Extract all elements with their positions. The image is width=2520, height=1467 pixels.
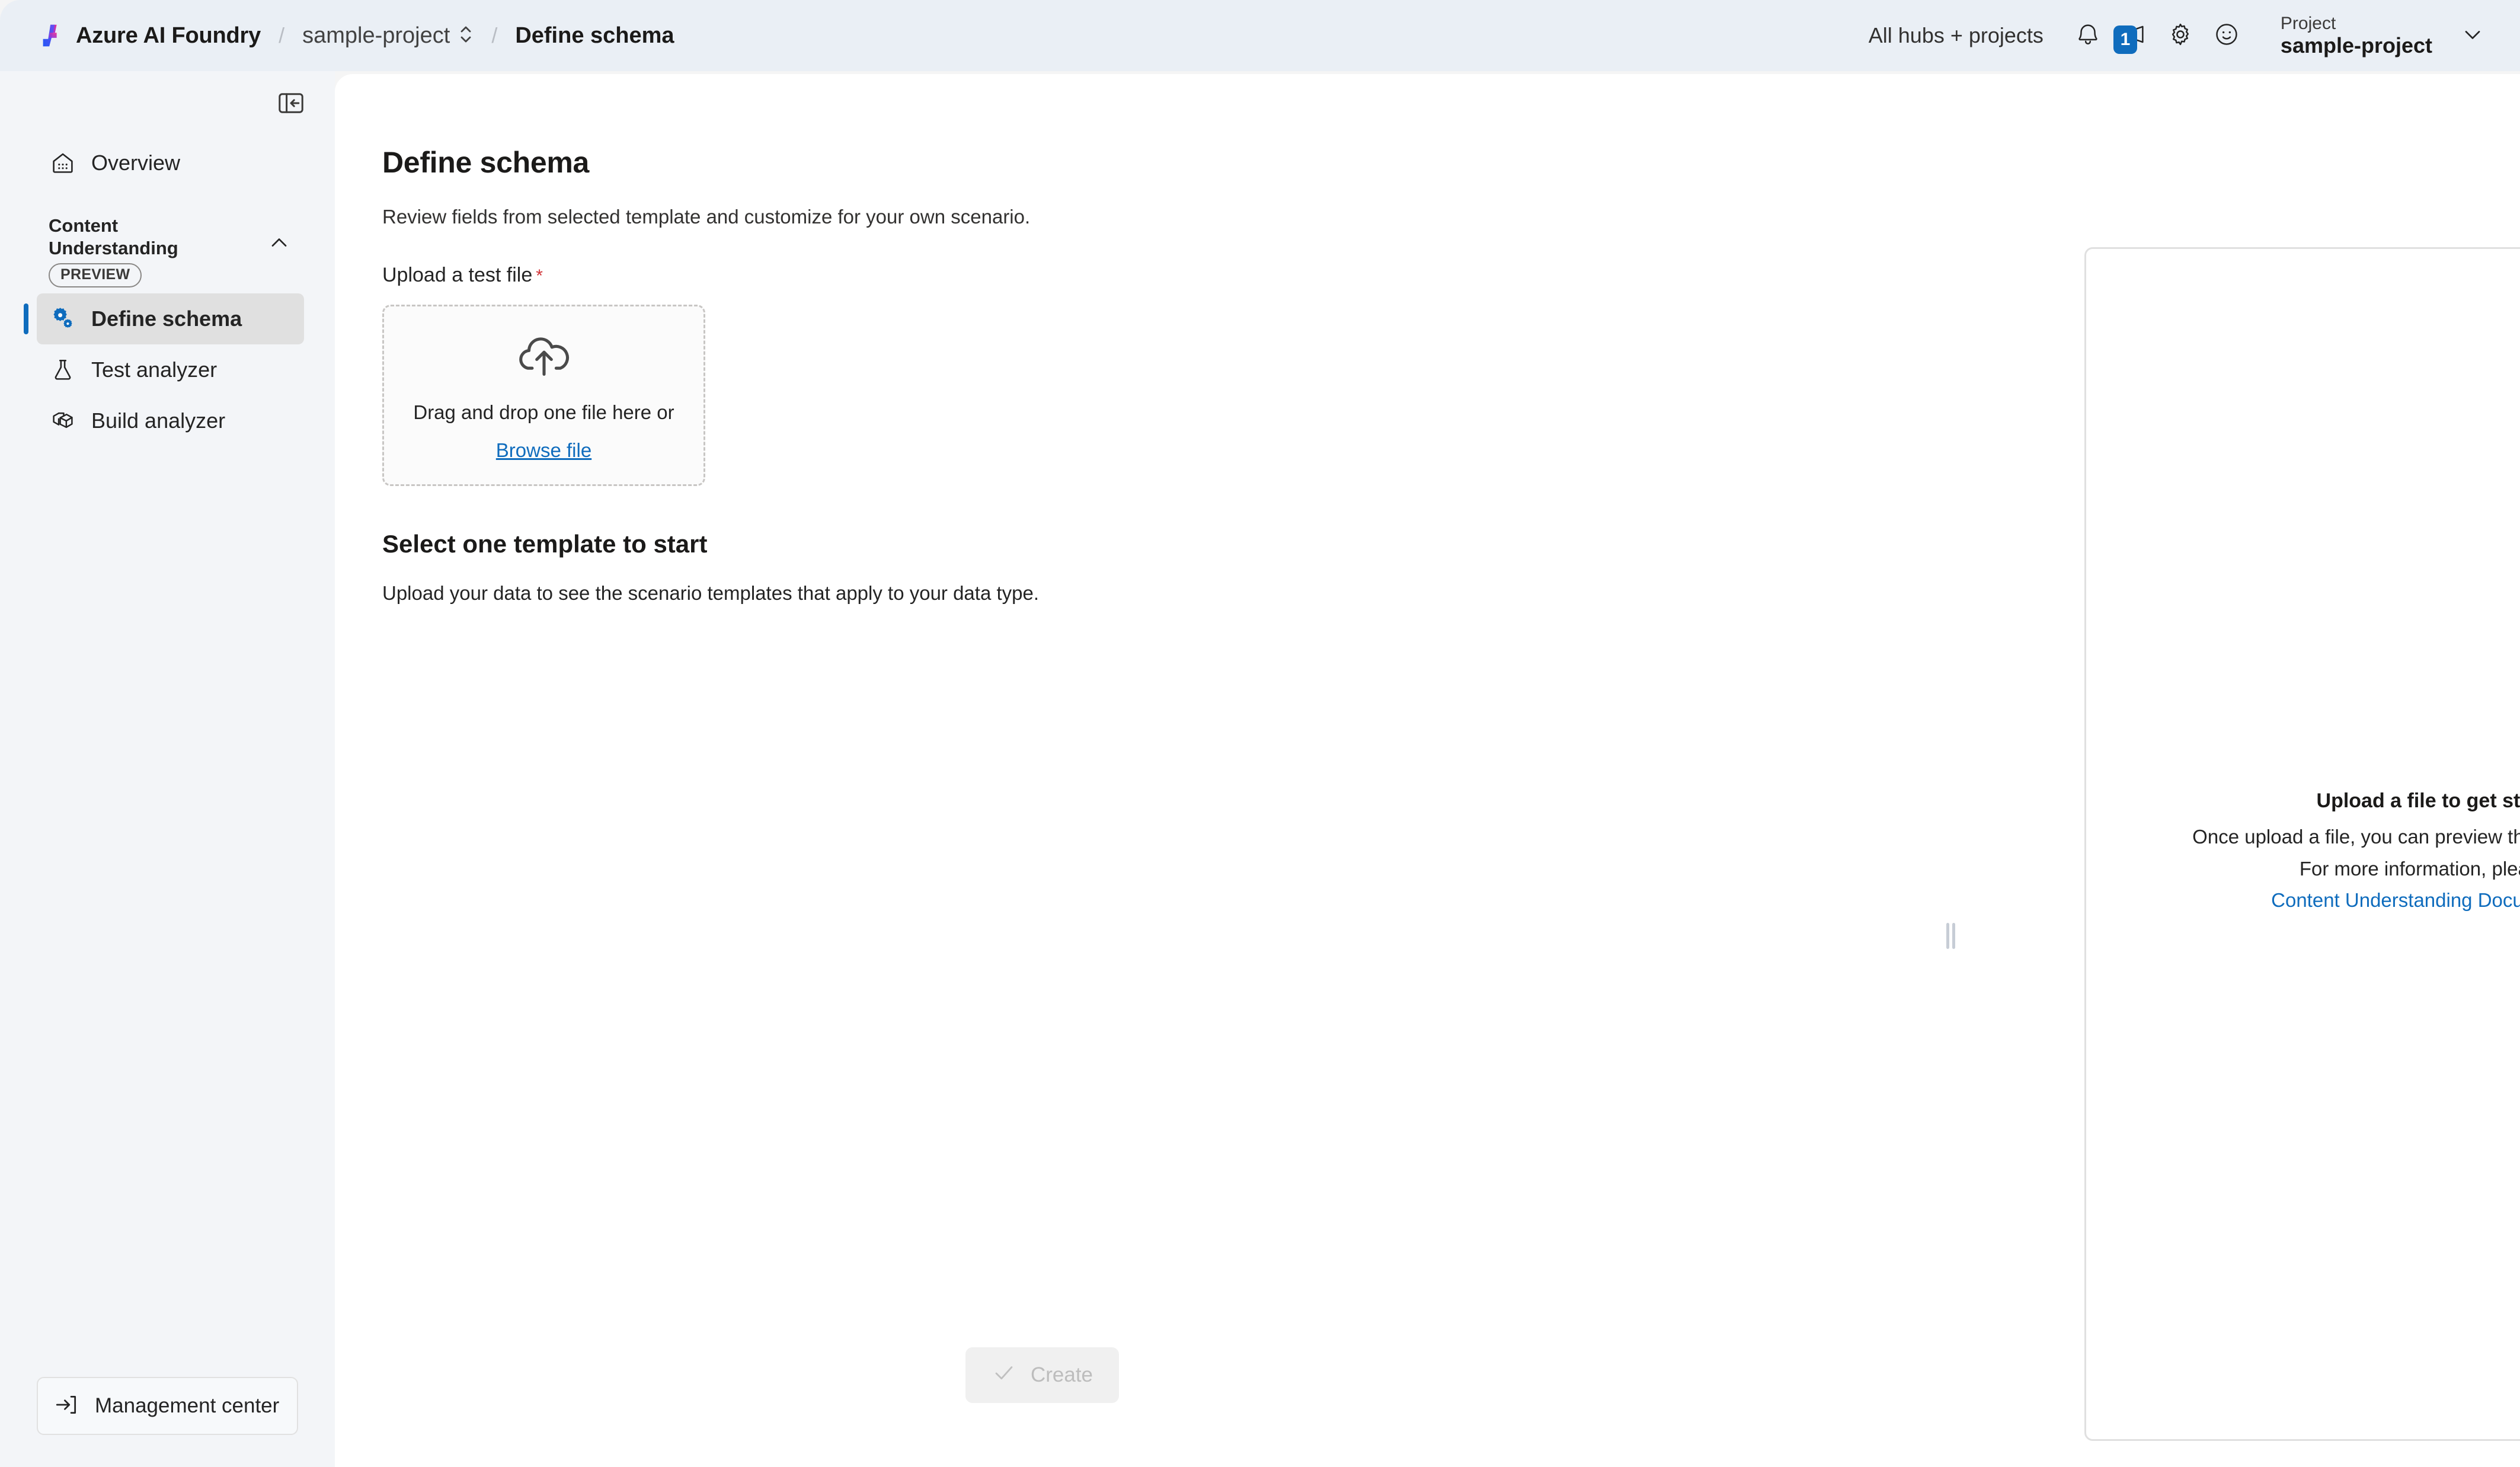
preview-badge: PREVIEW xyxy=(49,263,142,287)
sidebar-collapse-row xyxy=(0,71,335,138)
empty-state-line-2: For more information, please see xyxy=(2299,857,2520,880)
schema-preview-panel: Upload a file to get started Once upload… xyxy=(2084,247,2520,1441)
sidebar-item-define-schema[interactable]: Define schema xyxy=(37,293,304,344)
page-subtitle: Review fields from selected template and… xyxy=(382,206,1031,228)
announcements-button[interactable]: 1 xyxy=(2111,12,2157,59)
settings-cogs-icon xyxy=(49,305,77,333)
breadcrumb-separator-2: / xyxy=(491,23,498,47)
beaker-icon xyxy=(49,356,77,384)
notifications-button[interactable] xyxy=(2065,12,2111,59)
define-schema-form-pane: Define schema Review fields from selecte… xyxy=(335,74,1750,1467)
sidebar-item-test-analyzer[interactable]: Test analyzer xyxy=(37,344,304,395)
breadcrumb-project-label: sample-project xyxy=(302,23,450,48)
chevron-down-icon xyxy=(2460,21,2486,50)
project-picker-value: sample-project xyxy=(2280,33,2432,57)
sidebar-group-title: Content Understanding xyxy=(49,215,178,258)
announcements-badge: 1 xyxy=(2113,25,2137,54)
checkmark-icon xyxy=(992,1360,1016,1391)
sidebar-item-test-analyzer-label: Test analyzer xyxy=(91,357,218,382)
management-center-label: Management center xyxy=(95,1394,280,1417)
sidebar-item-overview-label: Overview xyxy=(91,151,181,175)
brand-home-link[interactable]: Azure AI Foundry xyxy=(38,22,261,49)
create-button-label: Create xyxy=(1030,1363,1093,1386)
header-left: Azure AI Foundry / sample-project / Defi… xyxy=(38,22,1869,49)
panel-resize-handle[interactable] xyxy=(1946,923,1956,949)
header-right: All hubs + projects 1 Project sample-pro… xyxy=(1869,10,2492,61)
resize-grip-bar-1 xyxy=(1946,923,1949,949)
all-hubs-and-projects-link[interactable]: All hubs + projects xyxy=(1869,23,2043,48)
azure-ai-foundry-logo-icon xyxy=(38,22,65,49)
create-action-bar: Create xyxy=(335,1347,1750,1403)
breadcrumb-separator-1: / xyxy=(279,23,285,47)
sidebar-group-header-row: Content Understanding xyxy=(49,215,292,260)
chevron-up-down-icon xyxy=(458,23,474,49)
page-title: Define schema xyxy=(382,146,590,179)
left-sidebar: Overview Content Understanding PREVIEW D… xyxy=(0,71,335,1467)
gear-icon xyxy=(2167,21,2194,51)
sidebar-item-build-analyzer-label: Build analyzer xyxy=(91,408,226,433)
collapse-sidebar-button[interactable] xyxy=(270,85,312,123)
feedback-button[interactable] xyxy=(2204,12,2250,59)
arrow-right-into-bracket-icon xyxy=(53,1392,79,1421)
cloud-upload-icon xyxy=(516,335,573,381)
chevron-up-icon[interactable] xyxy=(266,230,292,256)
home-icon xyxy=(49,149,77,177)
main-content-card: Define schema Review fields from selecte… xyxy=(335,74,2520,1467)
project-picker-labels: Project sample-project xyxy=(2281,14,2432,57)
cube-box-icon xyxy=(49,407,77,435)
settings-button[interactable] xyxy=(2157,12,2204,59)
create-button[interactable]: Create xyxy=(965,1347,1120,1403)
sidebar-item-build-analyzer[interactable]: Build analyzer xyxy=(37,395,304,446)
breadcrumb-project-switcher[interactable]: sample-project xyxy=(302,23,474,49)
brand-label: Azure AI Foundry xyxy=(76,23,261,48)
schema-preview-empty-state: Upload a file to get started Once upload… xyxy=(2192,785,2520,916)
project-picker-kicker: Project xyxy=(2280,14,2336,34)
smiley-face-icon xyxy=(2213,21,2240,51)
upload-test-file-label-text: Upload a test file xyxy=(382,264,533,286)
required-asterisk: * xyxy=(536,266,543,286)
app-root: Azure AI Foundry / sample-project / Defi… xyxy=(0,0,2520,1467)
select-template-hint: Upload your data to see the scenario tem… xyxy=(382,582,1040,604)
global-header: Azure AI Foundry / sample-project / Defi… xyxy=(0,0,2520,71)
select-template-heading: Select one template to start xyxy=(382,530,708,558)
empty-state-title: Upload a file to get started xyxy=(2316,790,2520,813)
sidebar-item-overview[interactable]: Overview xyxy=(37,138,304,188)
sidebar-group-content-understanding[interactable]: Content Understanding PREVIEW xyxy=(37,215,304,287)
management-center-button[interactable]: Management center xyxy=(37,1377,298,1435)
breadcrumb-current-page: Define schema xyxy=(515,23,674,48)
project-picker[interactable]: Project sample-project xyxy=(2272,10,2492,61)
resize-grip-bar-2 xyxy=(1952,923,1955,949)
sidebar-item-define-schema-label: Define schema xyxy=(91,306,242,331)
bell-icon xyxy=(2074,21,2102,51)
dropzone-instruction-text: Drag and drop one file here or xyxy=(413,401,674,423)
empty-state-line-1: Once upload a file, you can preview the … xyxy=(2192,826,2520,848)
browse-file-link[interactable]: Browse file xyxy=(496,439,591,462)
collapse-panel-icon xyxy=(277,90,305,119)
content-understanding-documentation-link[interactable]: Content Understanding Documentation. xyxy=(2192,884,2520,916)
file-dropzone[interactable]: Drag and drop one file here or Browse fi… xyxy=(382,305,705,486)
upload-test-file-label: Upload a test file * xyxy=(382,264,1750,287)
